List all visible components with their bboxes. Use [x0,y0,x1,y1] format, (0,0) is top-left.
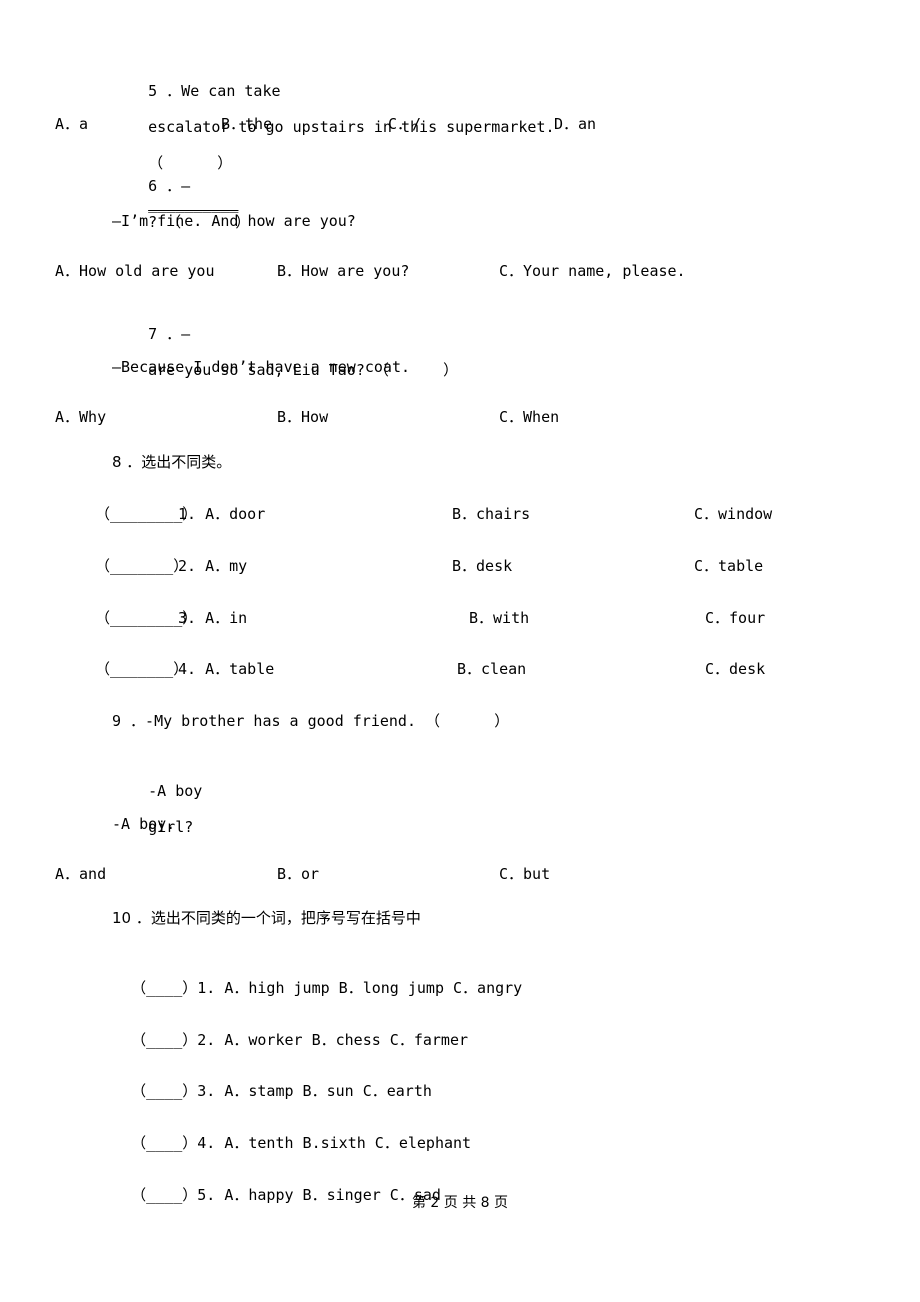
question-10-stem: 10 ．选出不同类的一个词，把序号写在括号中 [112,909,421,927]
question-10-item-1-blank[interactable]: （____） [131,979,197,997]
question-8-item-4-option-a[interactable]: 4. A．table [178,660,274,678]
question-7-stem-a: 7 ．— [148,325,191,343]
page-footer: 第 2 页 共 8 页 [0,1192,920,1212]
question-7-option-b[interactable]: B．How [277,406,328,427]
question-8-item-1-option-c[interactable]: C．window [694,505,772,523]
question-10-item-1: （____）1. A．high jump B．long jump C．angry [95,961,522,1015]
question-8-item-2-option-a[interactable]: 2. A．my [178,557,247,575]
footer-total-pages: 8 [480,1195,490,1211]
question-10-item-3-text[interactable]: 3. A．stamp B．sun C．earth [197,1082,432,1100]
question-6-answer-line: —I’m fine. And how are you? [112,212,356,230]
question-10-item-3-blank[interactable]: （____） [131,1082,197,1100]
question-7-option-c[interactable]: C．When [499,406,559,427]
question-10-item-4-blank[interactable]: （____） [131,1134,197,1152]
question-8-item-2-option-b[interactable]: B．desk [452,557,512,575]
exam-page: 5 ．We can take escalator to go upstairs … [0,0,920,1302]
question-6-stem: 6 ．— __________ ? （ ） [112,159,250,249]
question-8-item-2-option-c[interactable]: C．table [694,557,763,575]
question-5-option-a[interactable]: A．a [55,113,88,134]
question-9-line2: -A boy girl? [112,764,311,854]
question-5-option-d[interactable]: D．an [554,113,596,134]
question-10-item-4-text[interactable]: 4. A．tenth B.sixth C．elephant [197,1134,471,1152]
footer-suffix: 页 [494,1195,509,1211]
question-8-item-3-option-c[interactable]: C．four [705,609,765,627]
question-6-stem-a: 6 ．— [148,177,191,195]
question-6-option-b[interactable]: B．How are you? [277,260,409,281]
question-5-stem-b: escalator to go upstairs in this superma… [148,118,555,136]
question-9-stem: 9 ．-My brother has a good friend. （ ） [112,712,510,730]
question-7-option-a[interactable]: A．Why [55,406,106,427]
question-9-option-a[interactable]: A．and [55,863,106,884]
question-9-option-b[interactable]: B．or [277,863,319,884]
question-8-item-3-option-b[interactable]: B．with [469,609,529,627]
question-8-stem: 8 ．选出不同类。 [112,453,232,471]
question-9-line2-a: -A boy [148,782,203,800]
question-10-item-1-text[interactable]: 1. A．high jump B．long jump C．angry [197,979,522,997]
question-6-option-a[interactable]: A．How old are you [55,260,215,281]
question-8-item-4-option-b[interactable]: B．clean [457,660,526,678]
question-5-stem-a: 5 ．We can take [148,82,281,100]
question-6-option-c[interactable]: C．Your name, please. [499,260,686,281]
question-10-item-2-blank[interactable]: （____） [131,1031,197,1049]
footer-middle: 页 共 [443,1195,477,1211]
question-10-item-3: （____）3. A．stamp B．sun C．earth [95,1064,432,1118]
question-8-item-2-blank[interactable]: （_______） [95,557,188,575]
question-9-option-c[interactable]: C．but [499,863,550,884]
question-6-blank: __________ [148,195,239,213]
question-5-option-c[interactable]: C．/ [388,113,421,134]
question-7-answer-line: —Because I don’t have a new coat. [112,358,411,376]
question-10-item-2-text[interactable]: 2. A．worker B．chess C．farmer [197,1031,468,1049]
question-8-item-3-option-a[interactable]: 3. A．in [178,609,247,627]
question-8-item-1-option-b[interactable]: B．chairs [452,505,530,523]
footer-prefix: 第 [411,1195,426,1211]
question-10-item-2: （____）2. A．worker B．chess C．farmer [95,1013,468,1067]
question-5-option-b[interactable]: B．the [221,113,272,134]
question-7-stem: 7 ．— are you so sad, Liu Tao? （ ） [112,307,458,397]
question-8-item-1-option-a[interactable]: 1. A．door [178,505,265,523]
question-8-item-4-blank[interactable]: （_______） [95,660,188,678]
footer-page-number: 2 [430,1195,440,1211]
question-10-item-4: （____）4. A．tenth B.sixth C．elephant [95,1116,471,1170]
question-9-line3: -A boy. [112,815,176,833]
question-8-item-4-option-c[interactable]: C．desk [705,660,765,678]
